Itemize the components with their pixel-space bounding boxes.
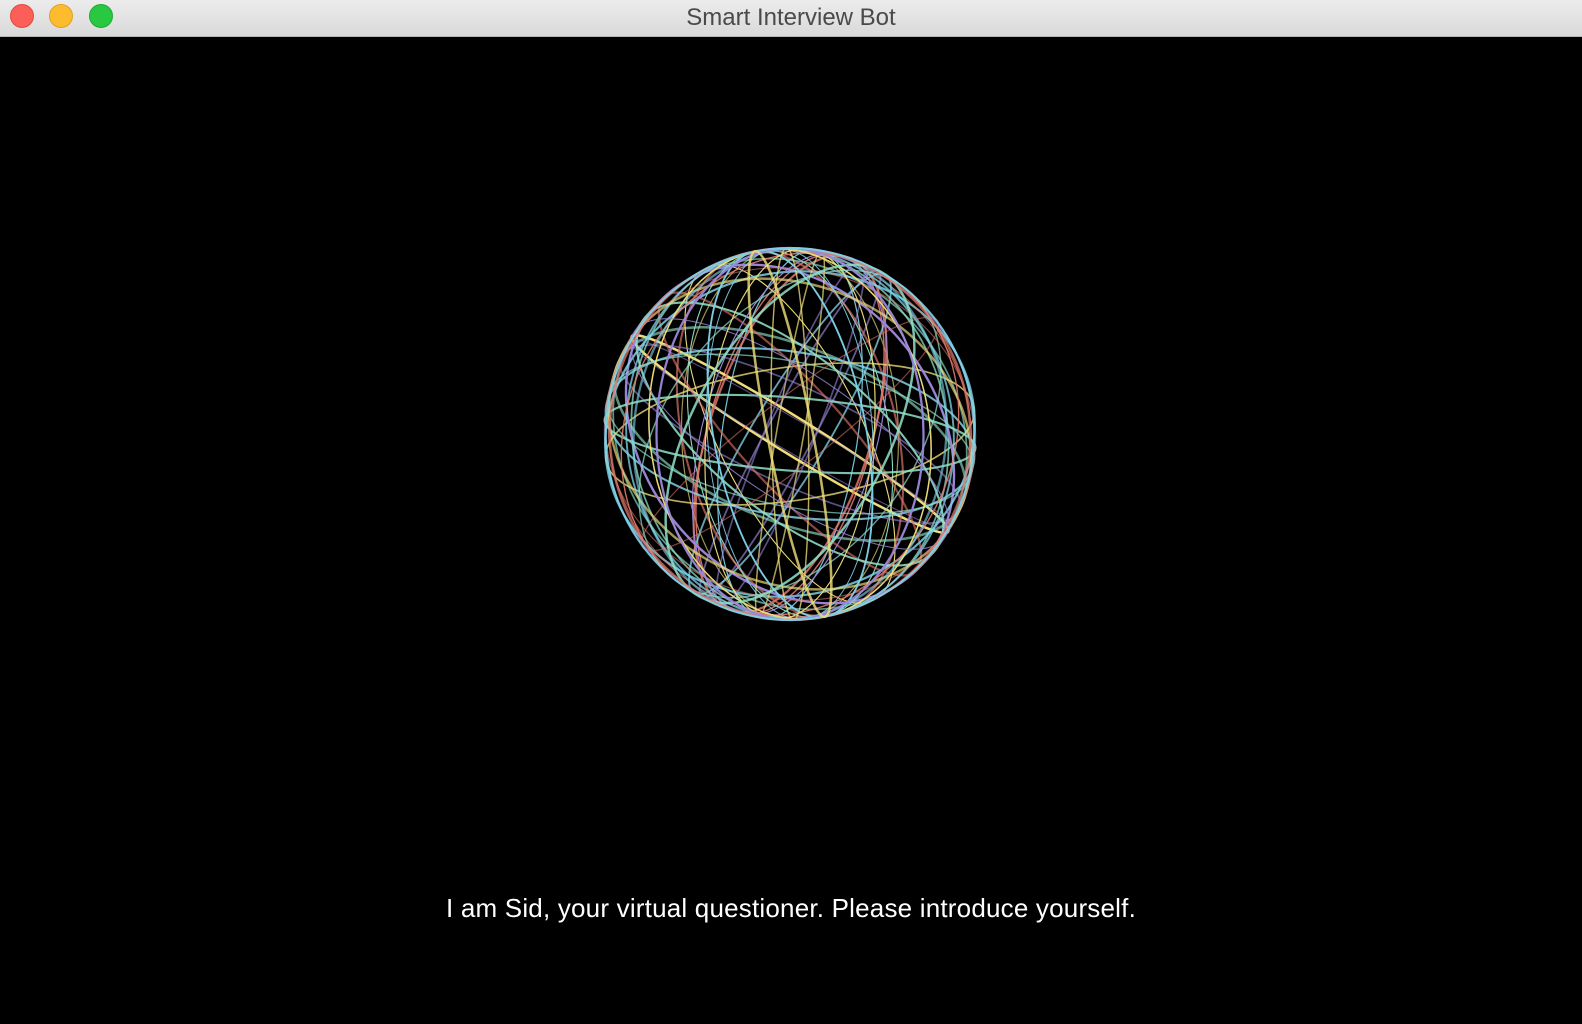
sphere-ring <box>648 248 932 620</box>
bot-canvas: I am Sid, your virtual questioner. Pleas… <box>0 37 1582 1024</box>
app-window: Smart Interview Bot I am Sid, your virtu… <box>0 0 1582 1024</box>
sphere-ring <box>770 247 810 621</box>
sphere-ring <box>625 247 955 621</box>
sphere-ring <box>604 270 976 598</box>
sphere-ring <box>604 247 976 621</box>
sphere-ring <box>607 277 973 591</box>
sphere-ring <box>747 249 833 619</box>
sphere-ring <box>630 333 950 535</box>
bot-message: I am Sid, your virtual questioner. Pleas… <box>446 893 1136 923</box>
sphere-ring <box>655 246 925 622</box>
sphere-ring <box>638 269 942 599</box>
sphere-ring <box>698 268 882 600</box>
title-bar[interactable]: Smart Interview Bot <box>0 0 1582 37</box>
sphere-orb-icon <box>603 246 977 622</box>
sphere-ring <box>607 250 973 618</box>
sphere-ring <box>604 267 976 601</box>
sphere-ring <box>620 252 960 616</box>
sphere-ring <box>603 248 977 620</box>
sphere-ring <box>612 257 968 611</box>
sphere-ring <box>608 246 972 622</box>
window-title: Smart Interview Bot <box>686 4 896 31</box>
sphere-ring <box>706 249 874 619</box>
sphere-ring <box>624 263 956 605</box>
